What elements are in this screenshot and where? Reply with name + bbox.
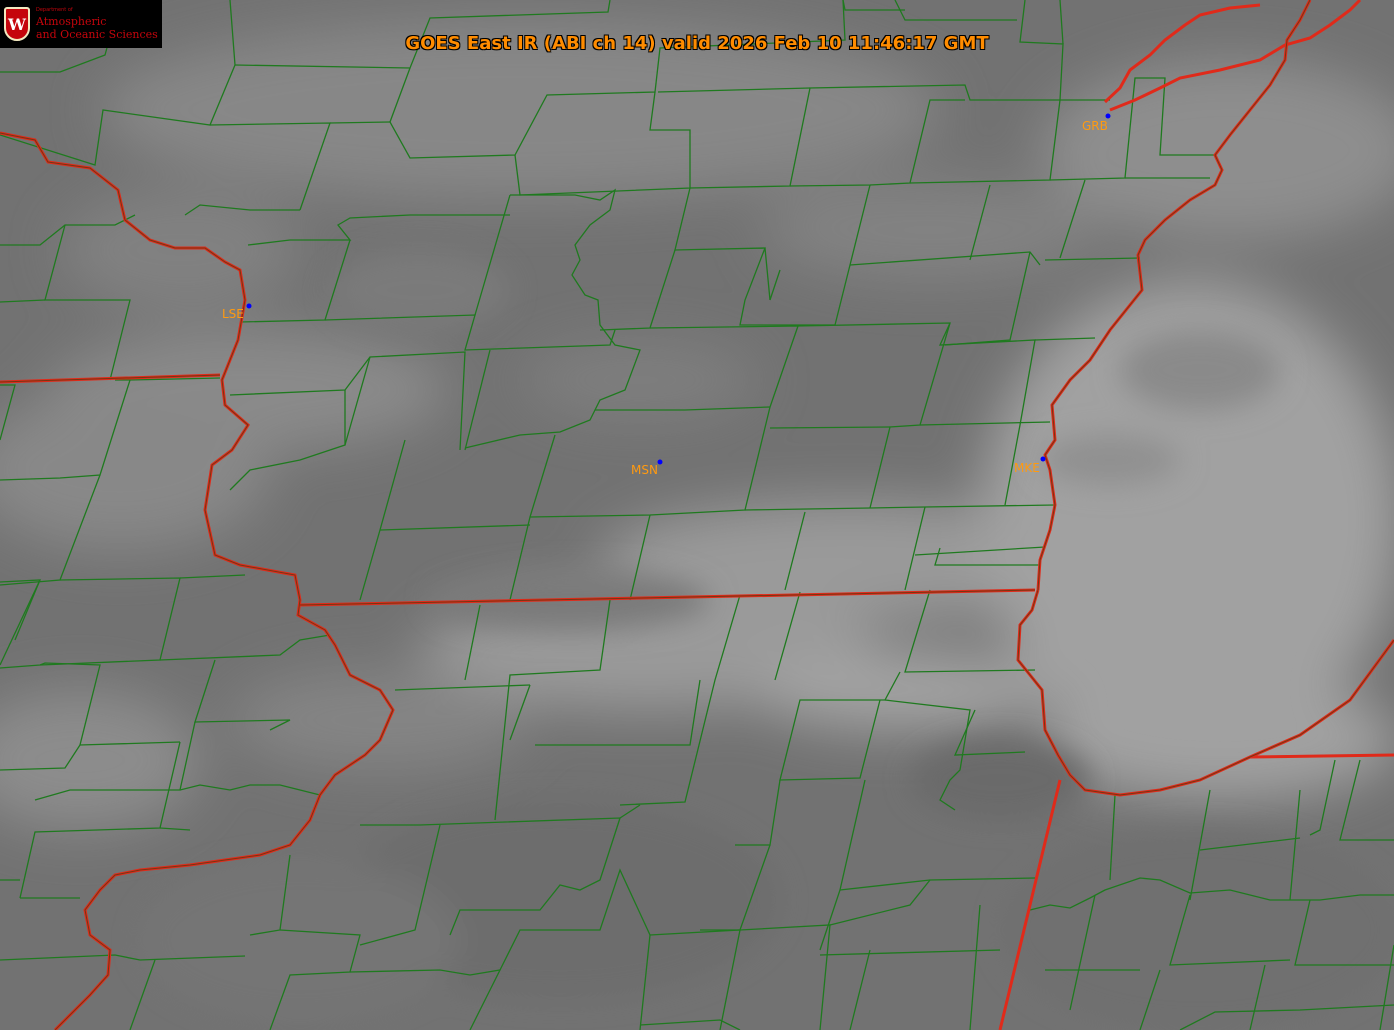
- station-dot-msn: [657, 459, 663, 465]
- station-label-lse: LSE: [222, 307, 244, 321]
- ir-imagery-layer: LSE MSN MKE GRB: [0, 0, 1394, 1030]
- station-msn: MSN: [631, 459, 663, 477]
- station-dot-lse: [246, 303, 252, 309]
- satellite-map: LSE MSN MKE GRB W Department of Atmosphe…: [0, 0, 1394, 1030]
- station-label-msn: MSN: [631, 463, 658, 477]
- station-dot-grb: [1105, 113, 1111, 119]
- logo-department: Department of: [36, 6, 73, 13]
- logo-line-1: Atmospheric: [36, 14, 107, 28]
- image-title: GOES East IR (ABI ch 14) valid 2026 Feb …: [405, 33, 989, 54]
- station-label-grb: GRB: [1082, 119, 1108, 133]
- station-dot-mke: [1040, 456, 1046, 462]
- station-label-mke: MKE: [1014, 461, 1040, 475]
